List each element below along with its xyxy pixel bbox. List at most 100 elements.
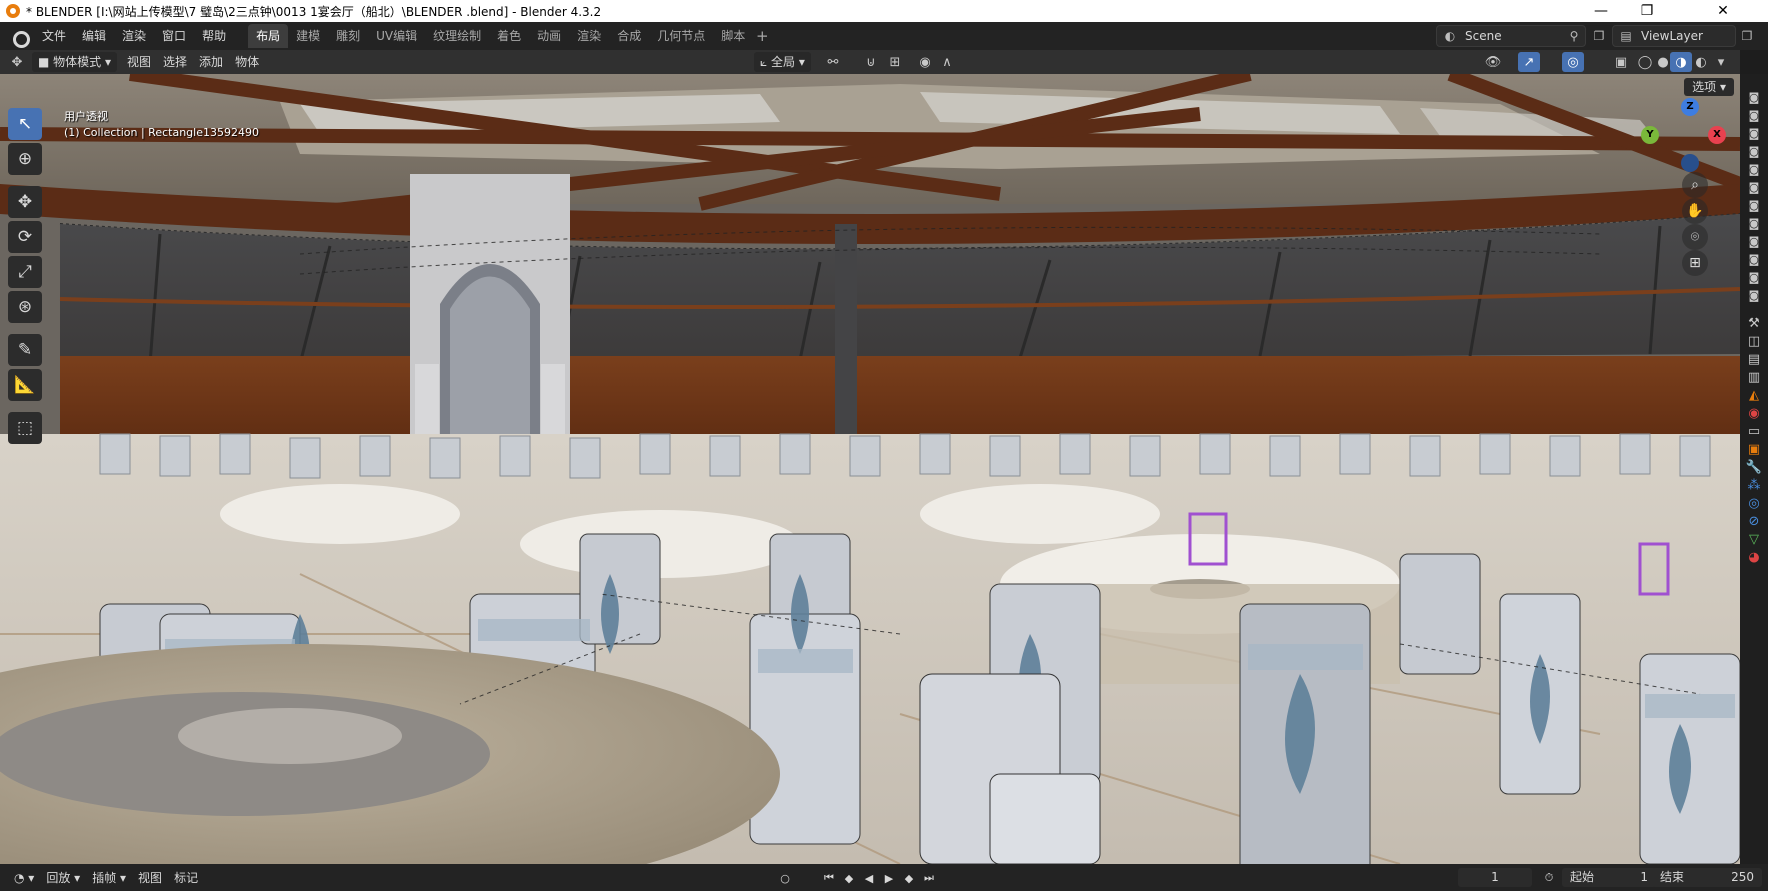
scale-tool[interactable]: ⤢ (8, 256, 42, 288)
auto-keying-icon[interactable]: ○ (776, 869, 794, 887)
tab-shading[interactable]: 着色 (489, 24, 529, 48)
start-frame-field[interactable]: 起始 1 (1562, 868, 1656, 887)
tab-texture-paint[interactable]: 纹理绘制 (425, 24, 489, 48)
playback-menu[interactable]: 回放 ▾ (40, 868, 86, 888)
camera-visibility-icon[interactable]: ◙ (1740, 250, 1768, 268)
mode-selector[interactable]: ■ 物体模式 ▾ (32, 52, 118, 72)
world-properties-icon[interactable]: ◉ (1740, 404, 1768, 422)
transform-tool[interactable]: ⊛ (8, 291, 42, 323)
transform-orientation-selector[interactable]: ⟀ 全局 ▾ (754, 52, 811, 72)
close-button[interactable]: ✕ (1700, 0, 1746, 22)
axis-y-icon[interactable]: Y (1641, 126, 1659, 144)
tab-uv-editing[interactable]: UV编辑 (368, 24, 425, 48)
camera-visibility-icon[interactable]: ◙ (1740, 106, 1768, 124)
xray-toggle-icon[interactable]: ▣ (1610, 52, 1632, 72)
maximize-button[interactable]: ❐ (1624, 0, 1670, 22)
axis-z-icon[interactable]: Z (1681, 98, 1699, 116)
add-workspace-button[interactable]: + (753, 27, 771, 45)
modifier-properties-icon[interactable]: 🔧 (1740, 458, 1768, 476)
particle-properties-icon[interactable]: ⁂ (1740, 476, 1768, 494)
visibility-icon[interactable]: 👁 (1482, 52, 1504, 72)
snap-icon[interactable]: ⊍ (860, 52, 882, 72)
snap-target-icon[interactable]: ⊞ (884, 52, 906, 72)
tab-animation[interactable]: 动画 (529, 24, 569, 48)
axis-x-icon[interactable]: X (1708, 126, 1726, 144)
zoom-icon[interactable]: ⌕ (1682, 172, 1708, 198)
current-frame-field[interactable]: 1 (1458, 868, 1532, 887)
camera-visibility-icon[interactable]: ◙ (1740, 196, 1768, 214)
material-properties-icon[interactable]: ◕ (1740, 548, 1768, 566)
add-cube-tool[interactable]: ⬚ (8, 412, 42, 444)
camera-visibility-icon[interactable]: ◙ (1740, 88, 1768, 106)
shading-options-icon[interactable]: ▾ (1710, 52, 1732, 72)
scene-selector[interactable]: ◐ Scene ⚲ (1436, 25, 1586, 47)
camera-visibility-icon[interactable]: ◙ (1740, 142, 1768, 160)
stopwatch-icon[interactable]: ⏱ (1540, 869, 1558, 887)
cursor-tool[interactable]: ⊕ (8, 143, 42, 175)
data-properties-icon[interactable]: ▽ (1740, 530, 1768, 548)
new-view-layer-icon[interactable]: ❐ (1740, 29, 1754, 43)
measure-tool[interactable]: 📐 (8, 369, 42, 401)
overlay-toggle-icon[interactable]: ◎ (1562, 52, 1584, 72)
marker-menu[interactable]: 标记 (168, 868, 204, 888)
timeline-view-menu[interactable]: 视图 (132, 868, 168, 888)
3d-viewport[interactable]: 选项 ▾ 用户透视 (1) Collection | Rectangle1359… (0, 74, 1740, 864)
rotate-tool[interactable]: ⟳ (8, 221, 42, 253)
menu-object[interactable]: 物体 (229, 52, 265, 72)
camera-visibility-icon[interactable]: ◙ (1740, 124, 1768, 142)
prev-keyframe-icon[interactable]: ◆ (840, 869, 858, 887)
timeline-editor-type[interactable]: ◔ ▾ (8, 868, 40, 888)
view-layer-properties-icon[interactable]: ▥ (1740, 368, 1768, 386)
new-scene-icon[interactable]: ❐ (1592, 29, 1606, 43)
pan-hand-icon[interactable]: ✋ (1682, 198, 1708, 224)
pivot-point-icon[interactable]: ⚯ (822, 52, 844, 72)
output-properties-icon[interactable]: ▤ (1740, 350, 1768, 368)
rendered-shading-icon[interactable]: ◐ (1690, 52, 1712, 72)
menu-edit[interactable]: 编辑 (74, 25, 114, 47)
menu-render[interactable]: 渲染 (114, 25, 154, 47)
menu-add[interactable]: 添加 (193, 52, 229, 72)
menu-file[interactable]: 文件 (34, 25, 74, 47)
pin-icon[interactable]: ⚲ (1567, 29, 1581, 43)
options-dropdown[interactable]: 选项 ▾ (1684, 78, 1734, 96)
collection-properties-icon[interactable]: ▭ (1740, 422, 1768, 440)
blender-logo-icon[interactable] (10, 27, 30, 48)
tool-settings-icon[interactable]: ⚒ (1740, 314, 1768, 332)
render-properties-icon[interactable]: ◫ (1740, 332, 1768, 350)
next-keyframe-icon[interactable]: ◆ (900, 869, 918, 887)
menu-help[interactable]: 帮助 (194, 25, 234, 47)
menu-window[interactable]: 窗口 (154, 25, 194, 47)
axis-neg-z-icon[interactable] (1681, 154, 1699, 172)
camera-visibility-icon[interactable]: ◙ (1740, 268, 1768, 286)
end-frame-field[interactable]: 结束 250 (1652, 868, 1762, 887)
camera-view-icon[interactable]: ⌾ (1682, 224, 1708, 250)
physics-properties-icon[interactable]: ◎ (1740, 494, 1768, 512)
tab-rendering[interactable]: 渲染 (569, 24, 609, 48)
keying-menu[interactable]: 插帧 ▾ (86, 868, 132, 888)
tab-geometry-nodes[interactable]: 几何节点 (649, 24, 713, 48)
material-preview-icon[interactable]: ◑ (1670, 52, 1692, 72)
play-icon[interactable]: ▶ (880, 869, 898, 887)
camera-visibility-icon[interactable]: ◙ (1740, 178, 1768, 196)
gizmo-toggle-icon[interactable]: ↗ (1518, 52, 1540, 72)
camera-visibility-icon[interactable]: ◙ (1740, 160, 1768, 178)
ortho-grid-icon[interactable]: ⊞ (1682, 250, 1708, 276)
jump-start-icon[interactable]: ⏮ (820, 869, 838, 887)
constraint-properties-icon[interactable]: ⊘ (1740, 512, 1768, 530)
proportional-falloff-icon[interactable]: ∧ (936, 52, 958, 72)
minimize-button[interactable]: — (1578, 0, 1624, 22)
camera-visibility-icon[interactable]: ◙ (1740, 286, 1768, 304)
tab-compositing[interactable]: 合成 (609, 24, 649, 48)
camera-visibility-icon[interactable]: ◙ (1740, 214, 1768, 232)
tab-modeling[interactable]: 建模 (288, 24, 328, 48)
play-reverse-icon[interactable]: ◀ (860, 869, 878, 887)
object-properties-icon[interactable]: ▣ (1740, 440, 1768, 458)
jump-end-icon[interactable]: ⏭ (920, 869, 938, 887)
tab-scripting[interactable]: 脚本 (713, 24, 753, 48)
tab-layout[interactable]: 布局 (248, 24, 289, 48)
navigation-gizmo[interactable]: Z Y X (1636, 96, 1726, 186)
annotate-tool[interactable]: ✎ (8, 334, 42, 366)
menu-select[interactable]: 选择 (157, 52, 193, 72)
view-layer-selector[interactable]: ▤ ViewLayer (1612, 25, 1736, 47)
proportional-edit-icon[interactable]: ◉ (914, 52, 936, 72)
